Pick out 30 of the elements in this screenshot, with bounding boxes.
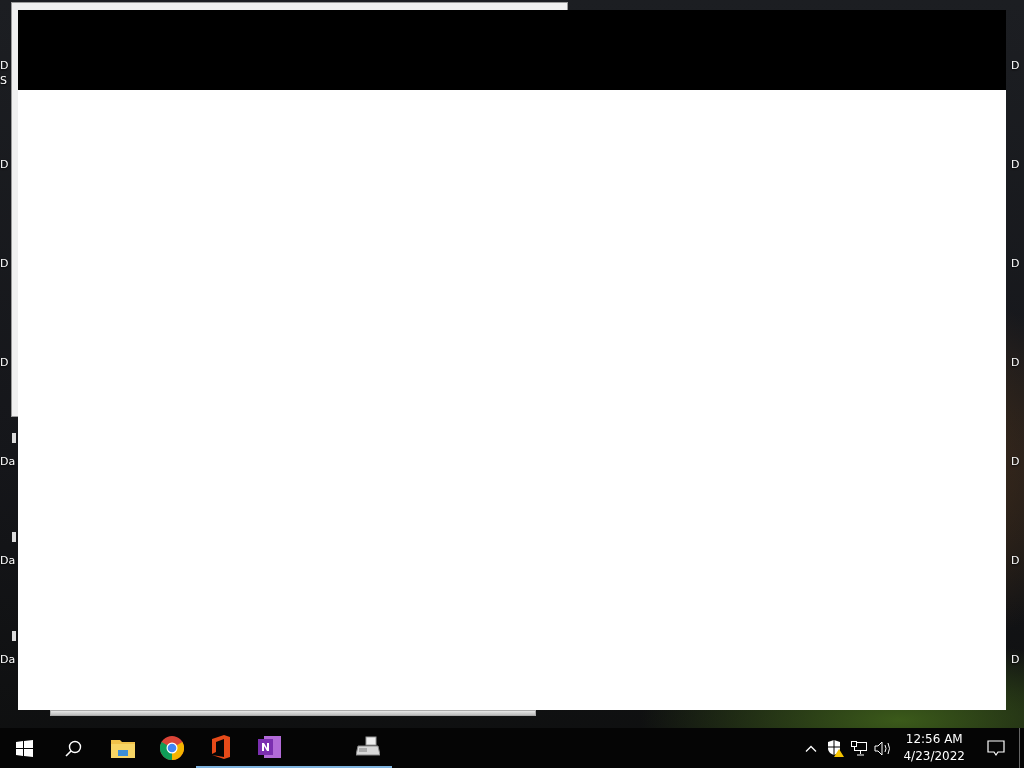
desktop-icon-label: Da [0,454,16,469]
speech-bubble-icon [987,739,1005,757]
desktop-icon-label: D [1011,256,1020,271]
desktop-icon-label: Da [0,553,16,568]
desktop-icon-label: D [1011,355,1020,370]
search-icon [65,739,82,757]
desktop-icon-label: D [1011,157,1020,172]
caret-icon [805,744,818,752]
desktop-icon-label: D [0,256,9,271]
desktop-icon-label: S [0,73,7,88]
office-icon [211,735,230,759]
clock[interactable]: 12:56 AM 4/23/2022 [895,731,973,765]
shield-warning-icon[interactable] [826,739,844,757]
printer-icon [355,736,380,758]
desktop-icon-label: D [0,157,9,172]
network-icon[interactable] [851,740,868,756]
desktop-icon-label: Da [0,652,16,667]
windows-logo-icon [16,739,33,757]
desktop-icon-label: D [0,355,9,370]
desktop-icon-label: D [1011,58,1020,73]
desktop-icon-label: D [1011,652,1020,667]
desktop-icon-label: D [1011,454,1020,469]
browser-icon [159,736,184,760]
desktop-icon-label: D [1011,553,1020,568]
clock-time: 12:56 AM [904,731,964,748]
notebook-icon [257,735,282,759]
clock-date: 4/23/2022 [903,748,965,765]
volume-icon[interactable] [874,740,893,756]
desktop-icon-label: D [0,58,9,73]
folder-icon [110,738,135,758]
